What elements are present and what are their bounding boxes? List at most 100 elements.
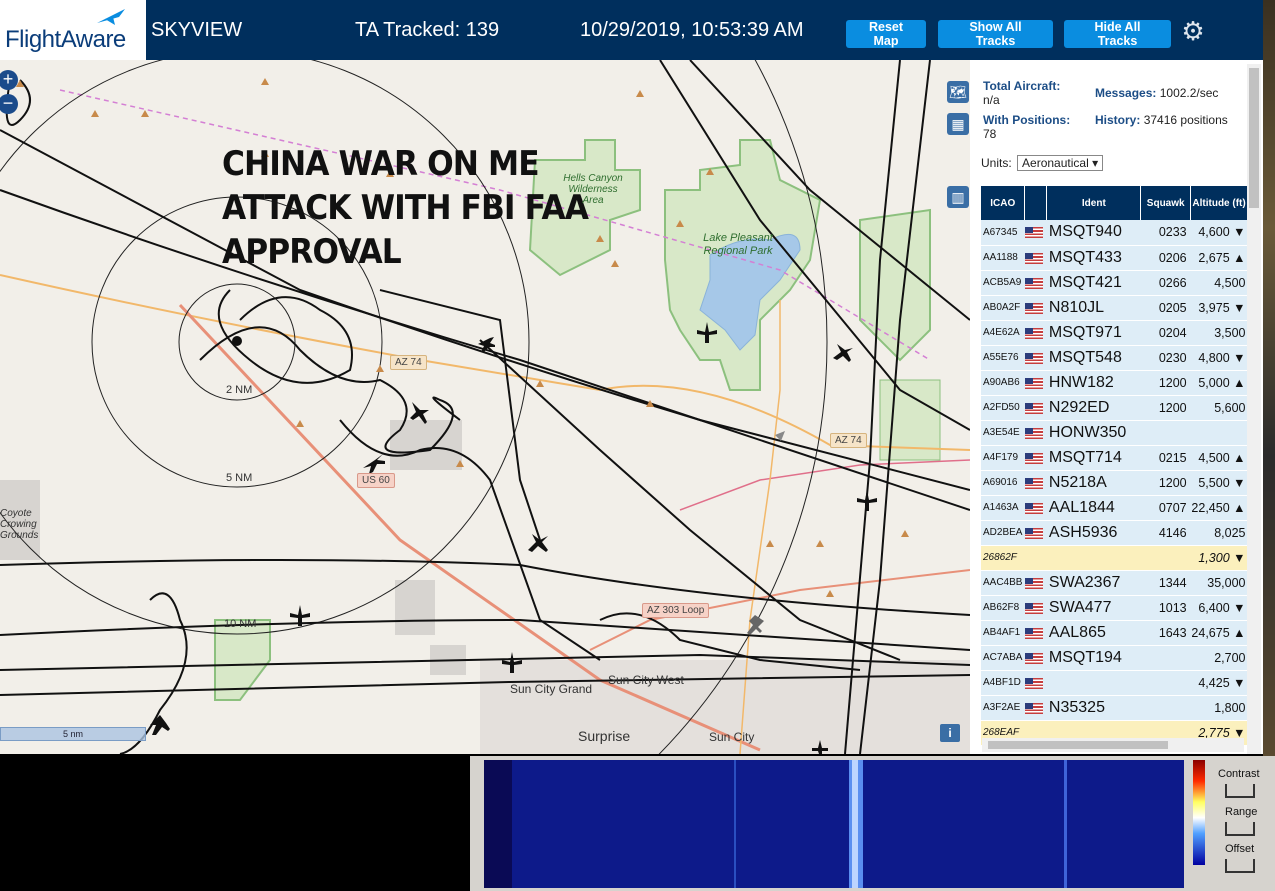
history-label: History: [1095,113,1141,127]
row-squawk: 0230 [1140,345,1191,371]
row-ident: HNW182 [1046,370,1141,396]
us-flag-icon [1024,677,1043,689]
row-icao: A2FD50 [981,395,1025,421]
table-row[interactable]: AD2BEA ASH5936 4146 8,025 [981,520,1248,546]
us-flag-icon [1024,452,1043,464]
table-row[interactable]: A4BF1D 4,425 ▼ [981,670,1248,696]
with-positions-value: 78 [983,127,997,141]
reset-map-button[interactable]: Reset Map [846,20,926,48]
park-label-lake-pleasant: Lake Pleasant Regional Park [703,232,773,257]
row-squawk: 1200 [1140,395,1191,421]
row-flag [1024,220,1047,246]
place-label-sun-city-grand: Sun City Grand [510,682,593,696]
urban-block [395,580,435,635]
total-aircraft-value: n/a [983,93,1000,107]
col-icao[interactable]: ICAO [981,186,1026,220]
row-altitude: 4,500 ▲ [1190,445,1248,471]
row-ident: N810JL [1046,295,1141,321]
row-altitude: 6,400 ▼ [1190,595,1248,621]
show-all-tracks-button[interactable]: Show All Tracks [938,20,1053,48]
sidebar-vertical-scrollbar[interactable] [1247,64,1261,754]
overlay-message: CHINA WAR ON ME ATTACK WITH FBI FAA APPR… [222,142,589,274]
table-row[interactable]: A4E62A MSQT971 0204 3,500 [981,320,1248,346]
row-ident: MSQT433 [1046,245,1141,271]
table-row[interactable]: 26862F 1,300 ▼ [981,545,1248,571]
table-row[interactable]: A67345 MSQT940 0233 4,600 ▼ [981,220,1248,246]
table-row[interactable]: A69016 N5218A 1200 5,500 ▼ [981,470,1248,496]
col-squawk[interactable]: Squawk [1140,186,1192,220]
columns-icon[interactable]: ▥ [947,186,969,208]
scroll-thumb[interactable] [988,741,1168,749]
table-row[interactable]: AB0A2F N810JL 0205 3,975 ▼ [981,295,1248,321]
app-title: SKYVIEW [151,19,243,41]
desktop-background-strip [1263,0,1275,760]
map-layers-icon[interactable]: 🗺 [947,81,969,103]
col-ident[interactable]: Ident [1046,186,1142,220]
row-icao: A3F2AE [981,695,1025,721]
table-row[interactable]: A3E54E HONW350 [981,420,1248,446]
row-flag [1024,295,1047,321]
offset-slider[interactable] [1225,859,1255,873]
table-row[interactable]: A1463A AAL1844 0707 22,450 ▲ [981,495,1248,521]
row-squawk [1140,545,1191,571]
map-view[interactable]: CHINA WAR ON ME ATTACK WITH FBI FAA APPR… [0,60,970,754]
row-ident: MSQT940 [1046,220,1141,246]
grid-icon[interactable]: ▦ [947,113,969,135]
table-row[interactable]: A3F2AE N35325 1,800 [981,695,1248,721]
table-row[interactable]: A55E76 MSQT548 0230 4,800 ▼ [981,345,1248,371]
table-row[interactable]: AB4AF1 AAL865 1643 24,675 ▲ [981,620,1248,646]
gear-icon[interactable]: ⚙ [1179,17,1207,45]
us-flag-icon [1024,377,1043,389]
road-shield-us60: US 60 [357,473,395,488]
col-altitude[interactable]: Altitude (ft) [1190,186,1248,220]
overlay-line-1: CHINA WAR ON ME [222,144,540,184]
hide-all-tracks-button[interactable]: Hide All Tracks [1064,20,1171,48]
row-squawk: 4146 [1140,520,1191,546]
us-flag-icon [1024,502,1043,514]
range-label-5nm: 5 NM [226,472,253,484]
us-flag-icon [1024,627,1043,639]
logo[interactable]: FlightAware [0,0,146,60]
datetime: 10/29/2019, 10:53:39 AM [580,19,804,41]
road-az74 [0,274,970,451]
row-altitude: 1,800 [1190,695,1248,721]
sidebar-horizontal-scrollbar[interactable] [982,738,1244,752]
place-label-surprise: Surprise [578,728,631,744]
row-ident: N5218A [1046,470,1141,496]
table-row[interactable]: A90AB6 HNW182 1200 5,000 ▲ [981,370,1248,396]
scroll-thumb[interactable] [1249,68,1259,208]
screen: FlightAware SKYVIEW TA Tracked: 139 10/2… [0,0,1275,891]
table-row[interactable]: AC7ABA MSQT194 2,700 [981,645,1248,671]
row-ident: MSQT194 [1046,645,1141,671]
us-flag-icon [1024,652,1043,664]
info-button[interactable]: i [940,724,960,742]
row-altitude: 4,800 ▼ [1190,345,1248,371]
us-flag-icon [1024,252,1043,264]
logo-text: FlightAware [5,26,126,53]
table-row[interactable]: AAC4BB SWA2367 1344 35,000 [981,570,1248,596]
row-flag [1024,320,1047,346]
row-flag [1024,345,1047,371]
row-squawk: 0233 [1140,220,1191,246]
road-pink [679,459,970,511]
contrast-slider[interactable] [1225,784,1255,798]
units-row: Units: Aeronautical ▾ [981,155,1104,171]
table-row[interactable]: A4F179 MSQT714 0215 4,500 ▲ [981,445,1248,471]
with-positions: With Positions: 78 [983,113,1070,141]
col-flag[interactable] [1024,186,1048,220]
row-squawk [1140,670,1191,696]
row-flag [1024,645,1047,671]
row-altitude: 3,500 [1190,320,1248,346]
place-label-coyote: Coyote Crowing Grounds [0,508,39,541]
table-row[interactable]: AA1188 MSQT433 0206 2,675 ▲ [981,245,1248,271]
range-label-2nm: 2 NM [226,384,253,396]
table-row[interactable]: A2FD50 N292ED 1200 5,600 [981,395,1248,421]
table-row[interactable]: ACB5A9 MSQT421 0266 4,500 [981,270,1248,296]
units-select[interactable]: Aeronautical ▾ [1017,155,1104,171]
us-flag-icon [1024,302,1043,314]
table-row[interactable]: AB62F8 SWA477 1013 6,400 ▼ [981,595,1248,621]
us-flag-icon [1024,352,1043,364]
row-squawk: 0266 [1140,270,1191,296]
range-slider[interactable] [1225,822,1255,836]
row-icao: AB0A2F [981,295,1025,321]
